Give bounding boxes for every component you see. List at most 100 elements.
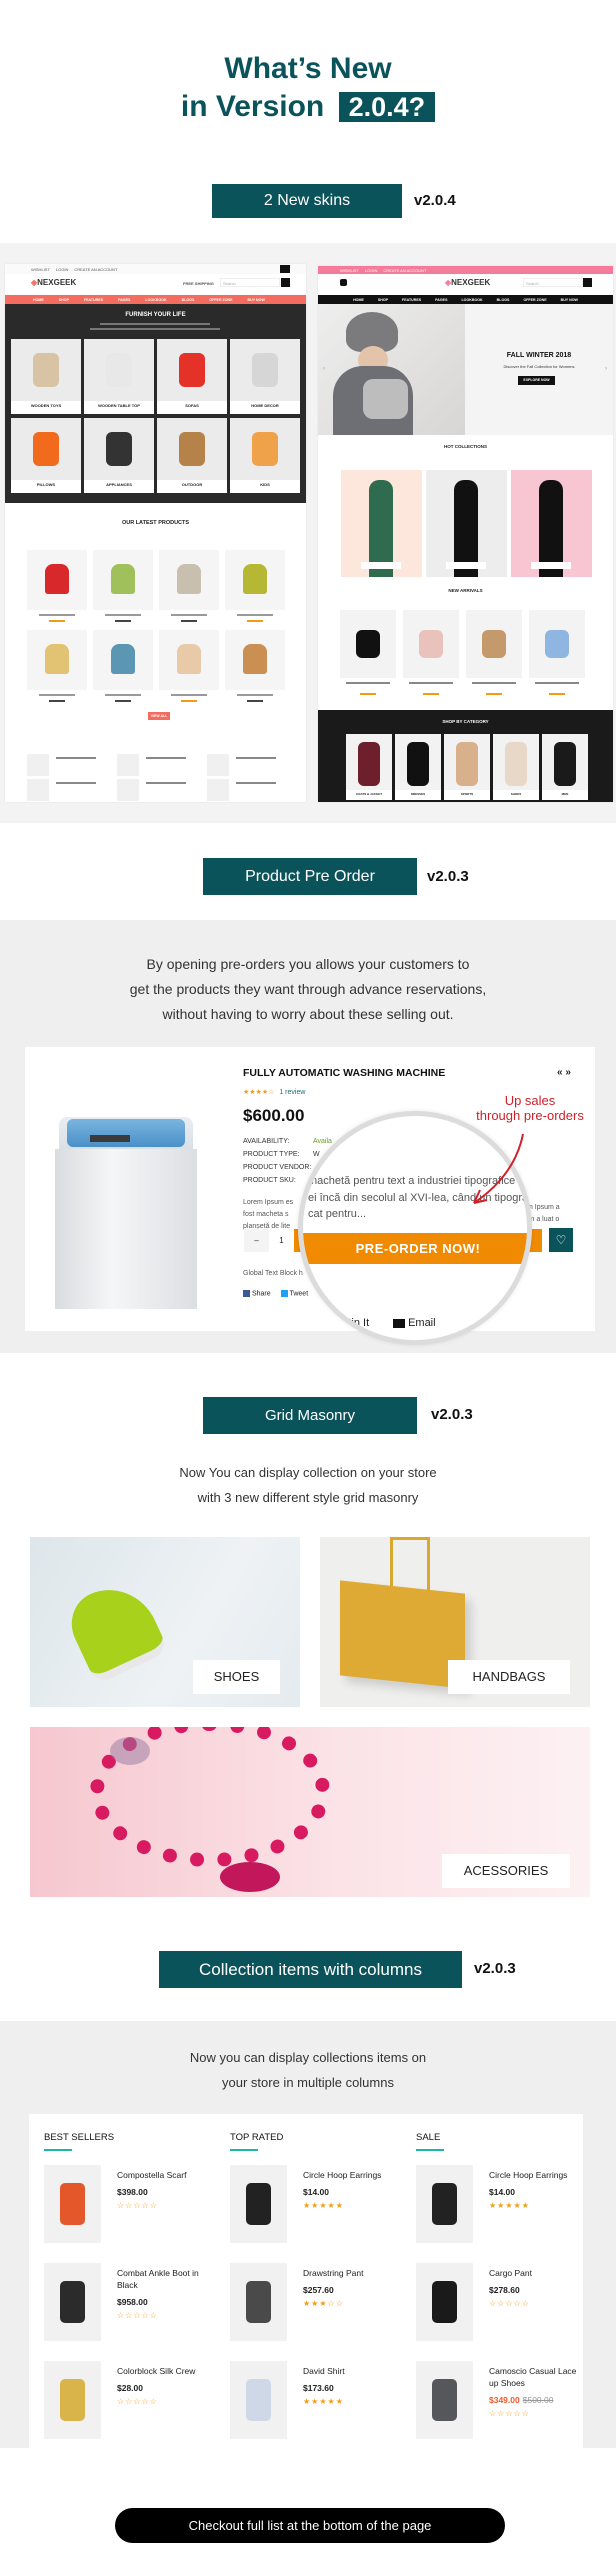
- collection-item[interactable]: Circle Hoop Earrings $14.00 ★★★★★: [416, 2165, 583, 2255]
- product-name[interactable]: Circle Hoop Earrings: [303, 2169, 398, 2181]
- product-thumbnail[interactable]: [230, 2361, 287, 2439]
- collection-item[interactable]: Camoscio Casual Lace up Shoes $349.00 $500…: [416, 2361, 583, 2448]
- category-tile[interactable]: OUTDOOR: [157, 418, 227, 493]
- shop-category-tile[interactable]: SPORTS: [444, 734, 490, 800]
- list-thumb[interactable]: [27, 779, 49, 801]
- wishlist-button[interactable]: ♡: [549, 1228, 573, 1252]
- product-thumbnail[interactable]: [416, 2165, 473, 2243]
- collection-item[interactable]: Drawstring Pant $257.60 ★★★☆☆: [230, 2263, 410, 2353]
- nav-item[interactable]: SHOP: [378, 298, 388, 302]
- quantity-value[interactable]: 1: [269, 1229, 294, 1252]
- collection-item[interactable]: David Shirt $173.60 ★★★★★: [230, 2361, 410, 2448]
- checkout-full-list-button[interactable]: Checkout full list at the bottom of the …: [115, 2508, 505, 2543]
- product-thumbnail[interactable]: [230, 2263, 287, 2341]
- search-input[interactable]: Search: [523, 278, 583, 287]
- email-share[interactable]: Email: [393, 1317, 436, 1329]
- product-name[interactable]: Compostella Scarf: [117, 2169, 212, 2181]
- collection-item[interactable]: Cargo Pant $278.60 ☆☆☆☆☆: [416, 2263, 583, 2353]
- prev-next-arrows[interactable]: « »: [557, 1067, 571, 1078]
- review-link[interactable]: 1 review: [279, 1089, 305, 1096]
- nav-item[interactable]: HOME: [353, 298, 364, 302]
- shop-category-tile[interactable]: DRESSES: [395, 734, 441, 800]
- list-thumb[interactable]: [207, 754, 229, 776]
- category-tile[interactable]: PILLOWS: [11, 418, 81, 493]
- new-arrival-tile[interactable]: [340, 610, 396, 678]
- shop-category-tile[interactable]: MEN: [542, 734, 588, 800]
- masonry-tile-accessories[interactable]: ACESSORIES: [30, 1727, 590, 1897]
- collection-item[interactable]: Compostella Scarf $398.00 ☆☆☆☆☆: [44, 2165, 224, 2255]
- product-thumbnail[interactable]: [416, 2361, 473, 2439]
- product-name[interactable]: Cargo Pant: [489, 2267, 583, 2279]
- product-name[interactable]: Drawstring Pant: [303, 2267, 398, 2279]
- product-name[interactable]: David Shirt: [303, 2365, 398, 2377]
- top-link[interactable]: WISHLIST: [340, 268, 359, 273]
- product-name[interactable]: Colorblock Silk Crew: [117, 2365, 212, 2377]
- nav-item[interactable]: BUY NOW: [248, 298, 265, 302]
- collection-item[interactable]: Combat Ankle Boot in Black $958.00 ☆☆☆☆☆: [44, 2263, 224, 2353]
- nav-item[interactable]: BLOGS: [497, 298, 510, 302]
- top-link[interactable]: CREATE AN ACCOUNT: [383, 268, 426, 273]
- product-thumbnail[interactable]: [230, 2165, 287, 2243]
- quantity-stepper[interactable]: – 1: [244, 1229, 294, 1252]
- collection-item[interactable]: Circle Hoop Earrings $14.00 ★★★★★: [230, 2165, 410, 2255]
- top-link[interactable]: CREATE AN ACCOUNT: [74, 267, 117, 272]
- hot-collection-tile[interactable]: [511, 470, 592, 577]
- hot-collection-tile[interactable]: [341, 470, 422, 577]
- nav-item[interactable]: HOME: [33, 298, 44, 302]
- nav-item[interactable]: BUY NOW: [561, 298, 578, 302]
- twitter-share[interactable]: Tweet: [280, 1290, 308, 1297]
- product-thumbnail[interactable]: [416, 2263, 473, 2341]
- hot-collection-tile[interactable]: [426, 470, 507, 577]
- category-tile[interactable]: APPLIANCES: [84, 418, 154, 493]
- quantity-decrease[interactable]: –: [244, 1236, 269, 1245]
- nav-item[interactable]: BLOGS: [182, 298, 195, 302]
- view-all-button[interactable]: VIEW ALL: [148, 712, 170, 720]
- top-link[interactable]: LOGIN: [56, 267, 68, 272]
- masonry-tile-handbags[interactable]: HANDBAGS: [320, 1537, 590, 1707]
- top-link[interactable]: WISHLIST: [31, 267, 50, 272]
- nav-item[interactable]: LOOKBOOK: [461, 298, 482, 302]
- list-thumb[interactable]: [117, 754, 139, 776]
- slider-next-arrow[interactable]: ›: [605, 366, 607, 372]
- product-thumbnail[interactable]: [44, 2165, 101, 2243]
- product-tile[interactable]: [159, 630, 219, 690]
- nav-item[interactable]: LOOKBOOK: [145, 298, 166, 302]
- product-tile[interactable]: [93, 550, 153, 610]
- nav-item[interactable]: PAGES: [118, 298, 130, 302]
- pin-it-share[interactable]: Pin It: [333, 1317, 369, 1329]
- product-thumbnail[interactable]: [44, 2361, 101, 2439]
- new-arrival-tile[interactable]: [466, 610, 522, 678]
- explore-now-button[interactable]: EXPLORE NOW: [518, 376, 555, 385]
- nav-item[interactable]: FEATURES: [402, 298, 421, 302]
- category-tile[interactable]: WOODEN TABLE TOP: [84, 339, 154, 414]
- collection-item[interactable]: Colorblock Silk Crew $28.00 ☆☆☆☆☆: [44, 2361, 224, 2448]
- nav-item[interactable]: OFFER ZONE: [209, 298, 232, 302]
- list-thumb[interactable]: [207, 779, 229, 801]
- product-tile[interactable]: [225, 550, 285, 610]
- category-tile[interactable]: HOME DECOR: [230, 339, 300, 414]
- product-thumbnail[interactable]: [44, 2263, 101, 2341]
- top-link[interactable]: LOGIN: [365, 268, 377, 273]
- pre-order-now-button[interactable]: PRE-ORDER NOW!: [303, 1233, 527, 1264]
- new-arrival-tile[interactable]: [403, 610, 459, 678]
- product-tile[interactable]: [225, 630, 285, 690]
- product-name[interactable]: Camoscio Casual Lace up Shoes: [489, 2365, 583, 2389]
- category-tile[interactable]: KIDS: [230, 418, 300, 493]
- list-thumb[interactable]: [117, 779, 139, 801]
- product-name[interactable]: Combat Ankle Boot in Black: [117, 2267, 212, 2291]
- list-thumb[interactable]: [27, 754, 49, 776]
- shop-category-tile[interactable]: SHOES: [493, 734, 539, 800]
- search-button[interactable]: [583, 278, 592, 287]
- cart-icon[interactable]: [280, 265, 290, 273]
- nav-item[interactable]: OFFER ZONE: [523, 298, 546, 302]
- product-tile[interactable]: [27, 630, 87, 690]
- masonry-tile-shoes[interactable]: SHOES: [30, 1537, 300, 1707]
- category-tile[interactable]: WOODEN TOYS: [11, 339, 81, 414]
- search-input[interactable]: Search: [220, 278, 280, 287]
- new-arrival-tile[interactable]: [529, 610, 585, 678]
- nav-item[interactable]: FEATURES: [84, 298, 103, 302]
- product-tile[interactable]: [159, 550, 219, 610]
- facebook-share[interactable]: Share: [243, 1290, 271, 1297]
- search-button[interactable]: [281, 278, 290, 287]
- nav-item[interactable]: SHOP: [59, 298, 69, 302]
